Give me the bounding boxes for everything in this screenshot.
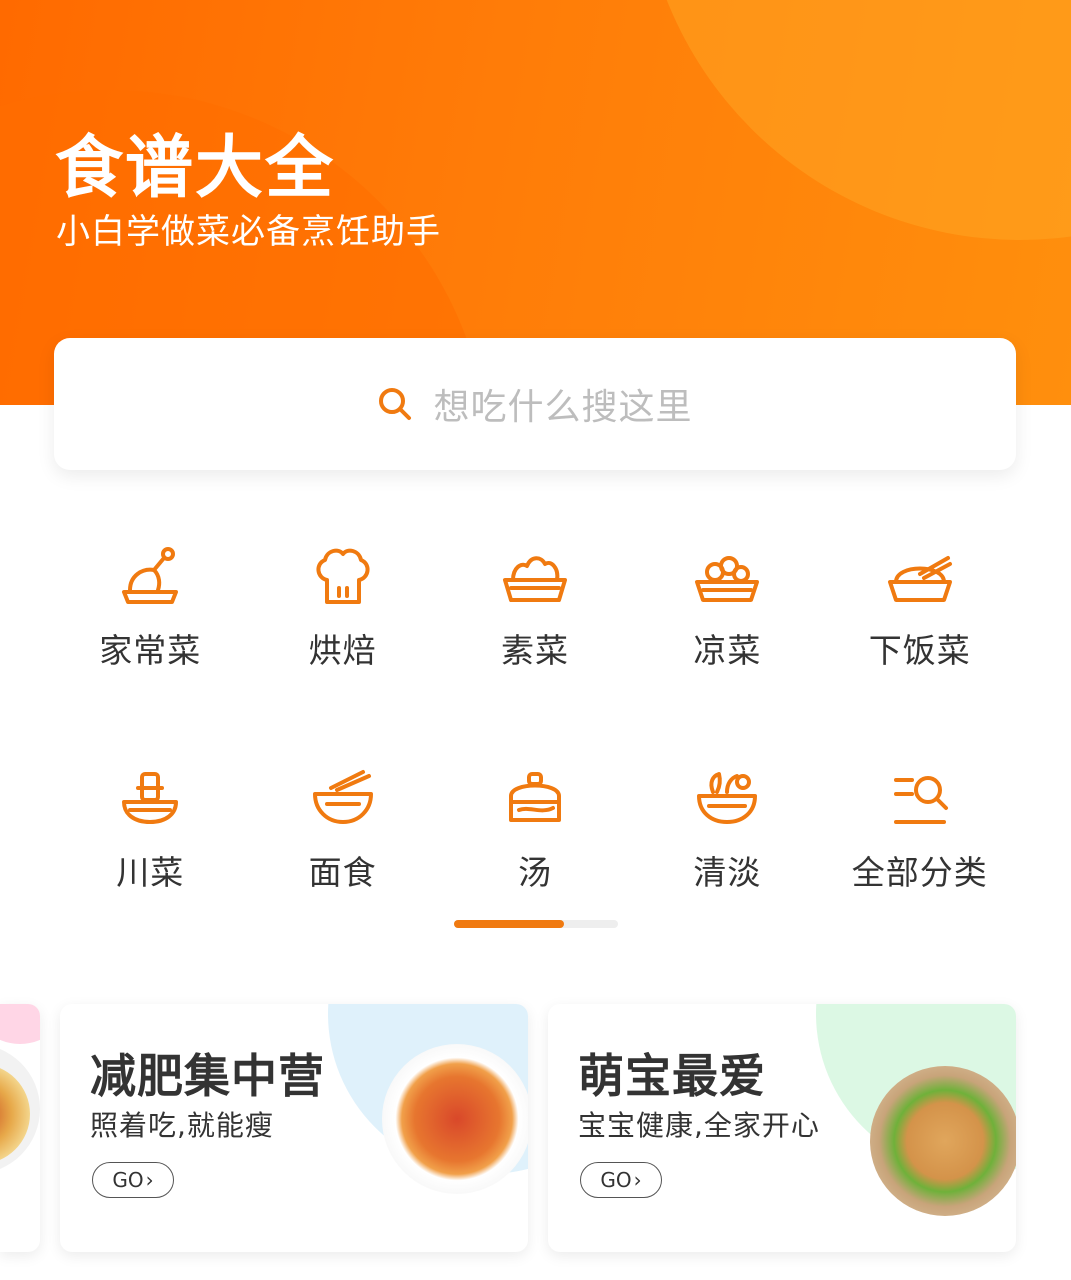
page-title: 食谱大全 [55,129,336,208]
promo-card-partial[interactable] [0,1004,40,1252]
promo-subtitle: 宝宝健康,全家开心 [578,1109,820,1142]
burger-image [870,1066,1016,1216]
promo-subtitle: 照着吃,就能瘦 [90,1109,274,1142]
chevron-right-icon: › [633,1168,642,1192]
promo-title: 萌宝最爱 [578,1049,766,1103]
chevron-right-icon: › [145,1168,154,1192]
pager-active-indicator [454,920,564,928]
category-rice-dish[interactable]: 下饭菜 [824,540,1016,740]
category-sichuan[interactable]: 川菜 [54,762,246,900]
roast-chicken-icon [122,547,179,604]
category-all[interactable]: 全部分类 [824,762,1016,900]
search-bar[interactable]: 想吃什么搜这里 [54,338,1016,470]
search-icon [379,388,412,420]
category-baking[interactable]: 烘焙 [246,540,438,740]
promo-card-kids[interactable]: 萌宝最爱 宝宝健康,全家开心 GO › [548,1004,1016,1252]
covered-dish-icon [887,556,952,602]
category-soup[interactable]: 汤 [439,762,631,900]
promo-card-diet[interactable]: 减肥集中营 照着吃,就能瘦 GO › [60,1004,528,1252]
promo-go-button[interactable]: GO › [580,1162,662,1198]
category-home-cooking[interactable]: 家常菜 [54,540,246,740]
cold-dish-icon [695,556,760,602]
category-vegetarian[interactable]: 素菜 [439,540,631,740]
chef-hat-icon [316,548,370,604]
header-decor-circle [640,0,1071,240]
promo-go-button[interactable]: GO › [92,1162,174,1198]
search-placeholder: 想吃什么搜这里 [433,387,693,428]
category-search-icon [893,776,948,824]
promo-title: 减肥集中营 [90,1049,325,1103]
soup-pot-icon [508,772,561,822]
category-noodles[interactable]: 面食 [246,762,438,900]
vegetable-dish-icon [502,556,567,602]
page-subtitle: 小白学做菜必备烹饪助手 [56,212,441,252]
category-cold-dish[interactable]: 凉菜 [631,540,823,740]
hotpot-icon [122,772,179,824]
pasta-image [382,1044,528,1194]
noodle-bowl-icon [312,770,373,824]
category-pager [454,920,618,928]
category-grid: 家常菜 烘焙 素菜 凉菜 下饭菜 川菜 面食 汤 清淡 全部分类 [54,540,1016,900]
category-light[interactable]: 清淡 [631,762,823,900]
salad-bowl-icon [697,772,758,824]
